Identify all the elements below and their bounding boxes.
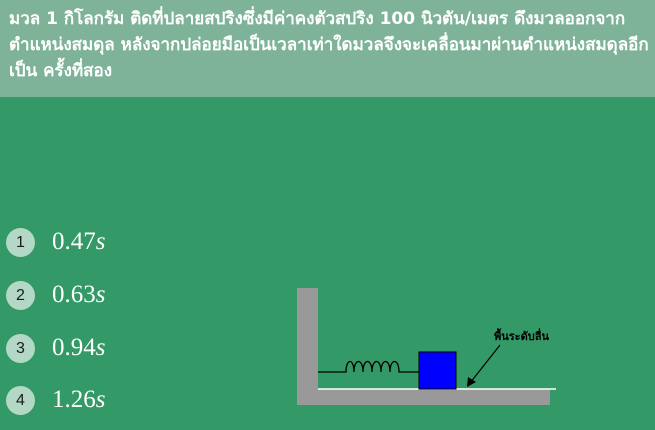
spring xyxy=(318,360,419,373)
spring-mass-diagram: พื้นระดับลื่น xyxy=(297,288,556,405)
surface-arrow-head xyxy=(467,377,476,387)
surface-arrow xyxy=(469,344,501,384)
surface-label: พื้นระดับลื่น xyxy=(494,328,549,343)
mass-block xyxy=(418,351,457,390)
